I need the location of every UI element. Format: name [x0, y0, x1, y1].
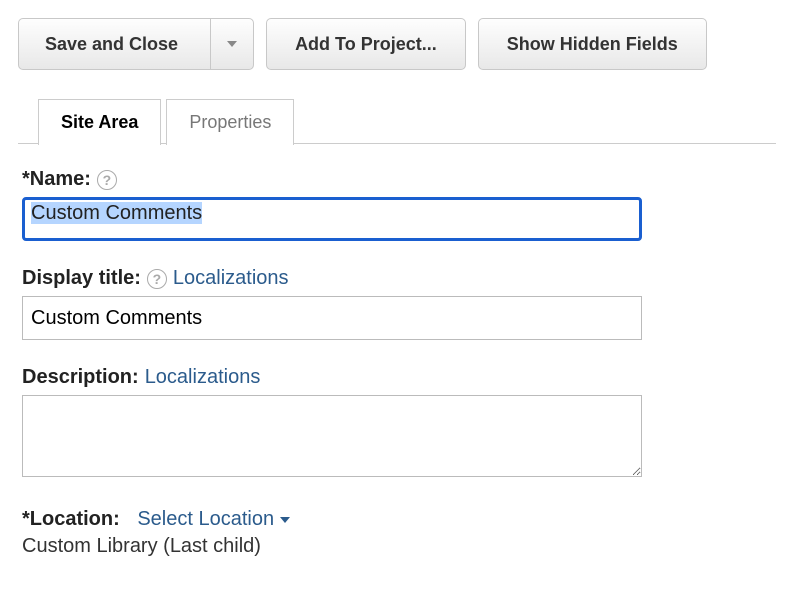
location-label: *Location: — [22, 508, 120, 531]
add-to-project-button[interactable]: Add To Project... — [266, 18, 466, 70]
description-field: Description: Localizations — [22, 366, 772, 482]
chevron-down-icon — [227, 41, 237, 47]
help-icon[interactable]: ? — [97, 170, 117, 190]
name-field: *Name: ? Custom Comments — [22, 168, 772, 241]
select-location-text: Select Location — [137, 508, 274, 531]
display-title-label: Display title: — [22, 267, 141, 290]
description-textarea[interactable] — [22, 395, 642, 477]
form: *Name: ? Custom Comments Display title: … — [18, 144, 776, 558]
display-title-input[interactable] — [22, 296, 642, 340]
tabs: Site Area Properties — [18, 98, 776, 144]
save-and-close-dropdown-button[interactable] — [210, 18, 254, 70]
tab-site-area[interactable]: Site Area — [38, 99, 161, 145]
location-field: *Location: Select Location Custom Librar… — [22, 508, 772, 558]
show-hidden-fields-button[interactable]: Show Hidden Fields — [478, 18, 707, 70]
description-label: Description: — [22, 366, 139, 389]
select-location-link[interactable]: Select Location — [137, 508, 290, 531]
save-and-close-button[interactable]: Save and Close — [18, 18, 210, 70]
name-label: *Name: — [22, 168, 91, 191]
display-title-field: Display title: ? Localizations — [22, 267, 772, 340]
name-input[interactable]: Custom Comments — [22, 197, 642, 241]
save-close-split: Save and Close — [18, 18, 254, 70]
toolbar: Save and Close Add To Project... Show Hi… — [18, 18, 776, 70]
description-localizations-link[interactable]: Localizations — [145, 366, 261, 389]
display-title-localizations-link[interactable]: Localizations — [173, 267, 289, 290]
help-icon[interactable]: ? — [147, 269, 167, 289]
location-value: Custom Library (Last child) — [22, 535, 772, 558]
tab-properties[interactable]: Properties — [166, 99, 294, 145]
chevron-down-icon — [280, 517, 290, 523]
